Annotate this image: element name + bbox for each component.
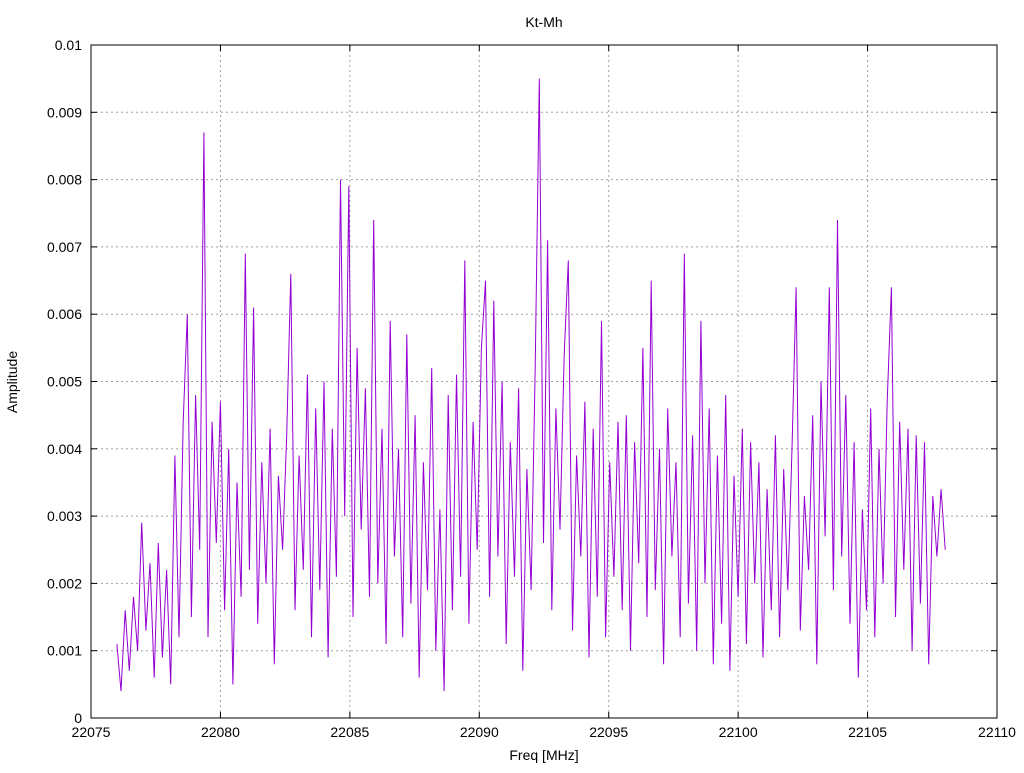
x-tick-label: 22075 [72, 724, 111, 740]
y-axis-label: Amplitude [4, 351, 20, 413]
x-tick-label: 22110 [978, 724, 1016, 740]
y-tick-label: 0.002 [47, 575, 82, 591]
chart: 22075 22080 22085 22090 22095 22100 22105 22110… [0, 0, 1024, 768]
x-tick-label: 22100 [719, 724, 758, 740]
grid [91, 45, 997, 718]
x-tick-label: 22105 [848, 724, 887, 740]
y-tick-label: 0.005 [47, 374, 82, 390]
y-tick-label: 0.004 [47, 441, 82, 457]
x-axis-label: Freq [MHz] [509, 747, 578, 763]
y-tick-label: 0.003 [47, 508, 82, 524]
x-tick-label: 22085 [330, 724, 369, 740]
y-tick-label: 0 [74, 710, 82, 726]
x-tick-label: 22080 [201, 724, 240, 740]
y-tick-label: 0.001 [47, 643, 82, 659]
series-line [117, 79, 945, 692]
x-tick-label: 22090 [460, 724, 499, 740]
y-tick-label: 0.006 [47, 306, 82, 322]
y-tick-label: 0.009 [47, 104, 82, 120]
chart-title: Kt-Mh [525, 14, 562, 30]
x-tick-label: 22095 [589, 724, 628, 740]
y-tick-label: 0.008 [47, 172, 82, 188]
y-tick-label: 0.01 [55, 37, 82, 53]
plot-area [117, 79, 945, 692]
y-tick-label: 0.007 [47, 239, 82, 255]
